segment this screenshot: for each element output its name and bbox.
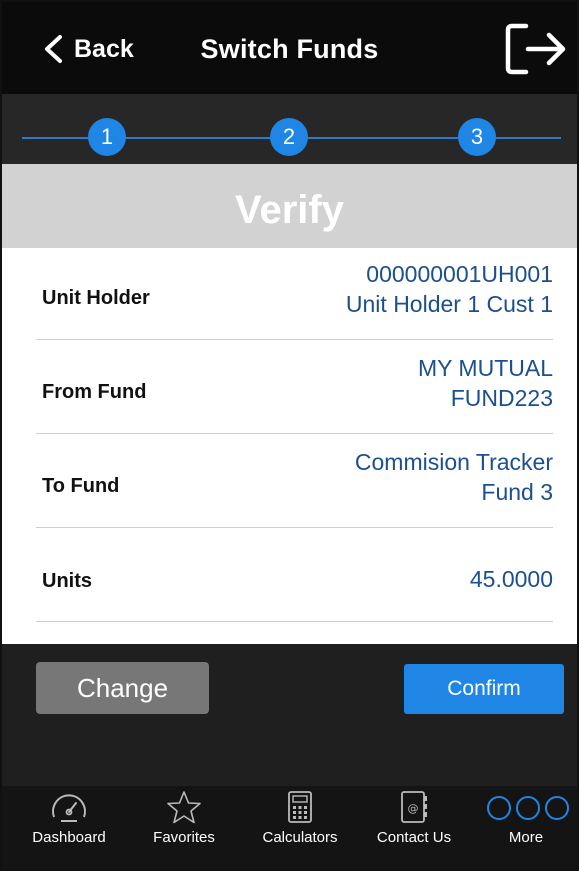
detail-value-line: FUND223	[450, 385, 553, 411]
detail-value-line: Commision Tracker	[354, 449, 553, 475]
detail-row-from-fund: From Fund MY MUTUAL FUND223	[36, 342, 553, 434]
detail-label: To Fund	[42, 475, 120, 497]
change-button[interactable]: Change	[36, 662, 209, 714]
svg-text:@: @	[408, 802, 419, 815]
tab-favorites[interactable]: Favorites	[129, 786, 239, 856]
detail-value-line: Fund 3	[481, 479, 553, 505]
detail-value-line: 45.0000	[469, 566, 553, 592]
logout-icon[interactable]	[502, 22, 570, 76]
tab-calculators[interactable]: Calculators	[245, 786, 355, 856]
detail-label: Unit Holder	[42, 287, 150, 309]
tab-label: Favorites	[153, 829, 215, 846]
detail-row-to-fund: To Fund Commision Tracker Fund 3	[36, 436, 553, 528]
detail-value-line: MY MUTUAL	[417, 355, 553, 381]
action-bar: Change Confirm	[2, 644, 577, 786]
contact-book-icon: @	[401, 791, 427, 823]
detail-value: 45.0000	[470, 564, 553, 594]
step-1-indicator: 1	[88, 118, 126, 156]
app-screen: Back Switch Funds 1 2 3 Verify Unit Hold…	[0, 0, 579, 871]
tab-dashboard[interactable]: Dashboard	[14, 786, 124, 856]
verify-banner: Verify	[2, 164, 577, 248]
confirm-button[interactable]: Confirm	[404, 664, 564, 714]
calculator-icon	[288, 791, 312, 823]
detail-row-unit-holder: Unit Holder 000000001UH001 Unit Holder 1…	[36, 248, 553, 340]
detail-value: MY MUTUAL FUND223	[418, 353, 553, 413]
step-tracker: 1 2 3	[2, 94, 577, 164]
dashboard-gauge-icon	[52, 794, 86, 822]
step-3-indicator: 3	[458, 118, 496, 156]
detail-value: Commision Tracker Fund 3	[355, 447, 553, 507]
bottom-tab-bar: Dashboard Favorites Calculators @ Contac…	[2, 786, 577, 869]
detail-value-line: 000000001UH001	[366, 261, 553, 287]
tab-label: Calculators	[262, 829, 338, 846]
detail-value: 000000001UH001 Unit Holder 1 Cust 1	[346, 259, 553, 319]
tab-label: Dashboard	[32, 829, 106, 846]
tab-label: More	[508, 829, 544, 846]
tab-more[interactable]: More	[474, 786, 577, 856]
details-list: Unit Holder 000000001UH001 Unit Holder 1…	[2, 248, 577, 644]
top-nav-bar: Back Switch Funds	[2, 2, 577, 94]
tab-contact-us[interactable]: @ Contact Us	[359, 786, 469, 856]
step-2-indicator: 2	[270, 118, 308, 156]
detail-label: From Fund	[42, 381, 147, 403]
detail-row-units: Units 45.0000	[36, 530, 553, 622]
detail-label: Units	[42, 570, 92, 592]
more-circles-icon	[487, 796, 569, 820]
tab-label: Contact Us	[376, 829, 452, 846]
page-title: Switch Funds	[200, 34, 379, 64]
star-icon	[167, 791, 201, 824]
detail-value-line: Unit Holder 1 Cust 1	[345, 291, 553, 317]
